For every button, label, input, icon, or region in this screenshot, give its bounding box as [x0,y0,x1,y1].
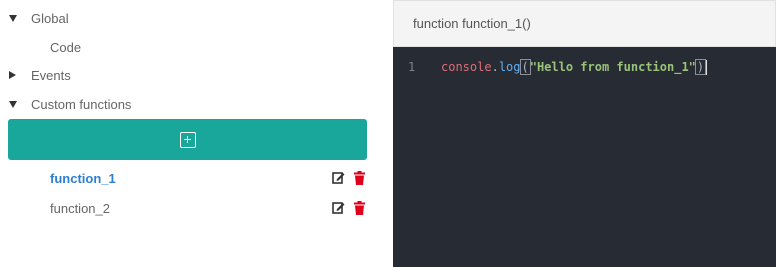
code-token-string: "Hello from function_1" [529,59,696,74]
code-token-object: console [441,59,492,74]
code-token-dot: . [491,59,499,74]
tree-node-label: Global [31,10,69,26]
caret-down-icon[interactable] [9,100,31,108]
code-token-open-paren: ( [519,58,531,75]
line-number: 1 [408,60,416,74]
function-tree: Global Code Events Custom functions func… [0,0,372,267]
trash-icon[interactable] [353,171,366,185]
edit-icon[interactable] [332,201,345,215]
tree-node-events[interactable]: Events [9,65,71,85]
function-list-item[interactable]: function_2 [50,198,372,218]
tree-node-label: Custom functions [31,96,132,112]
code-text[interactable]: console.log("Hello from function_1") [441,58,708,75]
trash-icon[interactable] [353,201,366,215]
caret-down-icon[interactable] [9,14,31,22]
editor-title: function function_1() [413,16,531,31]
function-list-item[interactable]: function_1 [50,168,372,188]
tree-node-label: Events [31,67,71,83]
function-name[interactable]: function_1 [50,171,116,186]
tree-node-global[interactable]: Global [9,8,69,28]
add-function-button[interactable] [8,119,367,160]
function-name[interactable]: function_2 [50,201,110,216]
tree-node-custom-functions[interactable]: Custom functions [9,94,131,114]
text-cursor [706,59,708,75]
functions-editor-page: Global Code Events Custom functions func… [0,0,776,267]
editor-header: function function_1() [393,0,776,47]
function-actions [332,171,372,185]
code-editor[interactable]: function function_1() 1 console.log("Hel… [393,0,776,267]
tree-node-code[interactable]: Code [50,37,81,57]
function-actions [332,201,372,215]
plus-square-icon [179,131,196,148]
code-token-close-paren: ) [694,58,707,75]
code-token-method: log [498,59,521,74]
caret-right-icon[interactable] [9,71,31,79]
edit-icon[interactable] [332,171,345,185]
tree-node-label: Code [50,39,82,55]
code-line[interactable]: 1 console.log("Hello from function_1") [393,58,776,76]
